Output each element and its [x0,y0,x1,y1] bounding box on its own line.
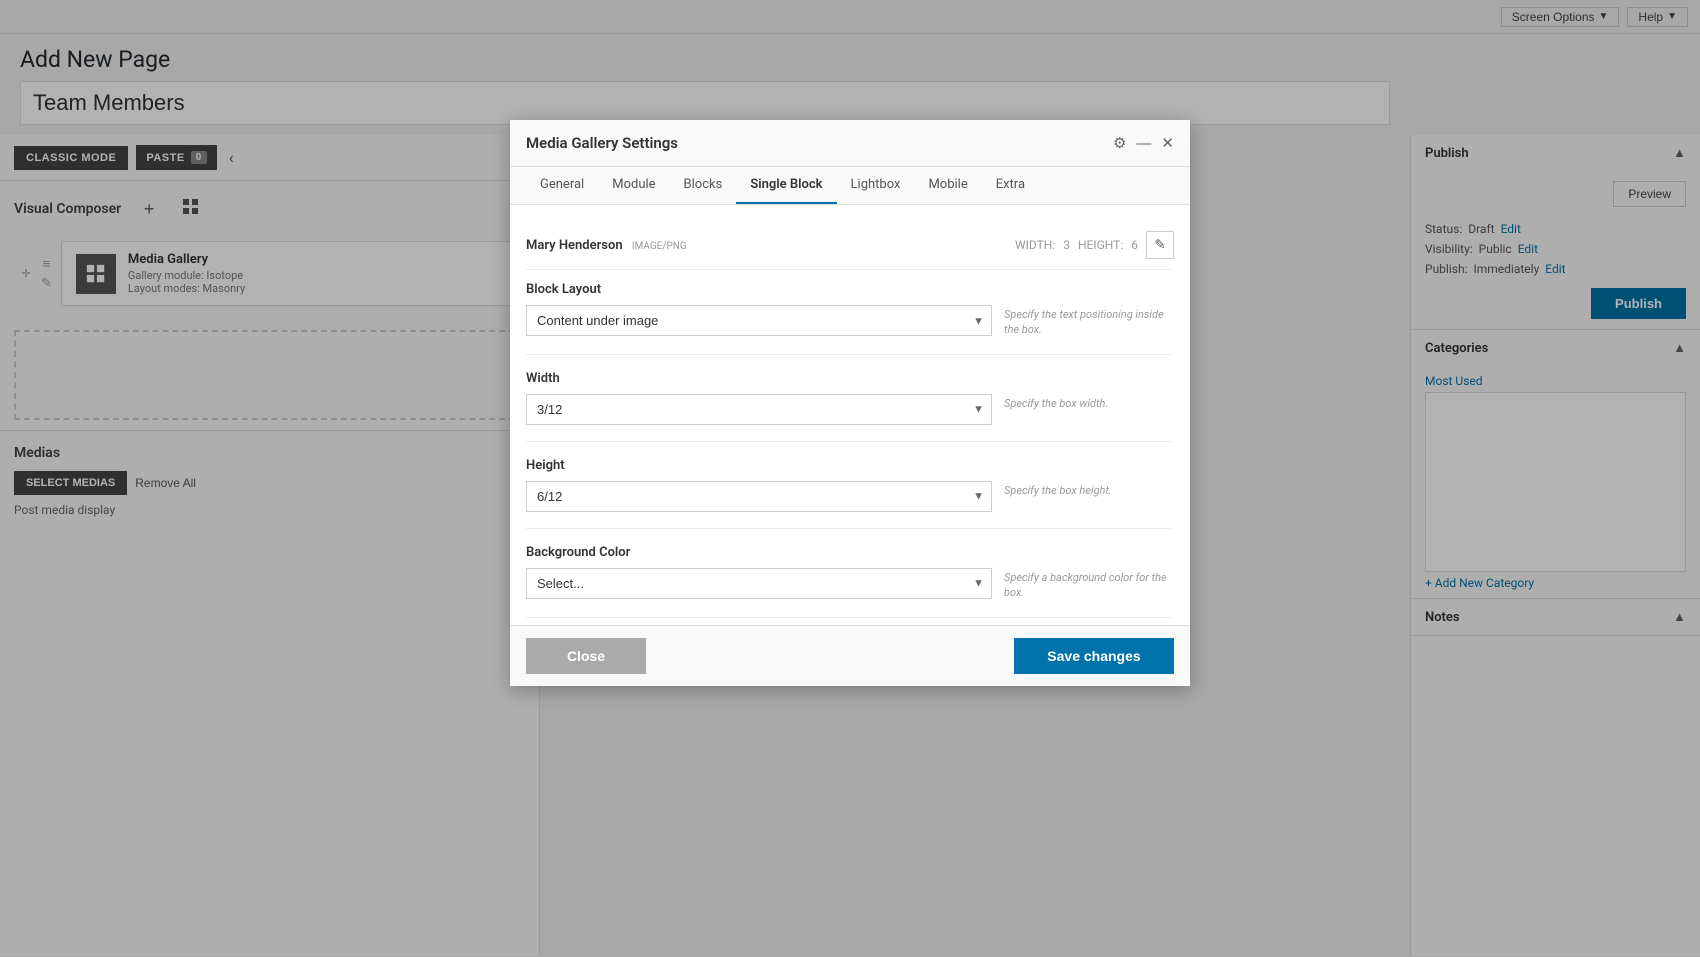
image-header: Mary Henderson IMAGE/PNG WIDTH: 3 HEIGHT… [526,221,1174,270]
image-edit-button[interactable]: ✎ [1146,231,1174,259]
block-layout-select-wrapper: Content under image Content over image C… [526,305,992,336]
tab-lightbox[interactable]: Lightbox [837,167,915,204]
width-section: Width 1/12 2/12 3/12 4/12 5/12 6/12 7/12 [526,371,1174,442]
tab-blocks[interactable]: Blocks [670,167,737,204]
tab-extra[interactable]: Extra [982,167,1039,204]
modal-settings-button[interactable]: ⚙ [1113,134,1126,152]
width-hint: Specify the box width. [1004,394,1174,411]
height-section: Height 1/12 2/12 3/12 4/12 5/12 6/12 7/1… [526,458,1174,529]
modal-tabs: General Module Blocks Single Block Light… [510,167,1190,205]
tab-general[interactable]: General [526,167,598,204]
tab-module[interactable]: Module [598,167,669,204]
tab-single-block[interactable]: Single Block [736,167,836,204]
modal-minimize-button[interactable]: — [1136,135,1151,152]
block-layout-hint: Specify the text positioning inside the … [1004,305,1174,338]
modal-close-button[interactable]: ✕ [1161,134,1174,152]
width-label: WIDTH: [1015,238,1055,252]
tab-mobile[interactable]: Mobile [914,167,981,204]
width-row: 1/12 2/12 3/12 4/12 5/12 6/12 7/12 8/12 … [526,394,1174,425]
height-value: 6 [1131,238,1138,252]
height-row: 1/12 2/12 3/12 4/12 5/12 6/12 7/12 8/12 … [526,481,1174,512]
media-gallery-settings-modal: Media Gallery Settings ⚙ — ✕ General Mod… [510,120,1190,686]
block-layout-select[interactable]: Content under image Content over image C… [526,305,992,336]
image-name: Mary Henderson [526,238,623,253]
gear-icon: ⚙ [1113,135,1126,152]
height-hint: Specify the box height. [1004,481,1174,498]
height-label-form: Height [526,458,1174,473]
minimize-icon: — [1136,135,1151,152]
height-label: HEIGHT: [1078,238,1123,252]
modal-scroll-area[interactable]: Mary Henderson IMAGE/PNG WIDTH: 3 HEIGHT… [510,205,1190,625]
width-select-wrapper: 1/12 2/12 3/12 4/12 5/12 6/12 7/12 8/12 … [526,394,992,425]
save-changes-button[interactable]: Save changes [1014,638,1174,674]
modal-overlay: Media Gallery Settings ⚙ — ✕ General Mod… [0,0,1700,957]
height-select-wrapper: 1/12 2/12 3/12 4/12 5/12 6/12 7/12 8/12 … [526,481,992,512]
bg-color-section: Background Color Select... White Black R… [526,545,1174,618]
block-layout-label: Block Layout [526,282,1174,297]
modal-footer: Close Save changes [510,625,1190,686]
modal-header-actions: ⚙ — ✕ [1113,134,1174,152]
modal-body: Mary Henderson IMAGE/PNG WIDTH: 3 HEIGHT… [510,205,1190,625]
height-select[interactable]: 1/12 2/12 3/12 4/12 5/12 6/12 7/12 8/12 … [526,481,992,512]
bg-color-row: Select... White Black Red Blue Green ▼ S… [526,568,1174,601]
block-layout-section: Block Layout Content under image Content… [526,282,1174,355]
image-dims: WIDTH: 3 HEIGHT: 6 ✎ [1015,231,1174,259]
bg-color-select-wrapper: Select... White Black Red Blue Green ▼ [526,568,992,599]
bg-color-hint: Specify a background color for the box. [1004,568,1174,601]
close-icon: ✕ [1161,135,1174,152]
width-select[interactable]: 1/12 2/12 3/12 4/12 5/12 6/12 7/12 8/12 … [526,394,992,425]
width-label-form: Width [526,371,1174,386]
modal-header: Media Gallery Settings ⚙ — ✕ [510,120,1190,167]
image-name-row: Mary Henderson IMAGE/PNG [526,238,687,253]
bg-color-label: Background Color [526,545,1174,560]
block-layout-row: Content under image Content over image C… [526,305,1174,338]
close-modal-button[interactable]: Close [526,638,646,674]
modal-title: Media Gallery Settings [526,134,678,152]
bg-color-select[interactable]: Select... White Black Red Blue Green [526,568,992,599]
width-value: 3 [1063,238,1070,252]
pencil-icon: ✎ [1154,237,1165,253]
image-type: IMAGE/PNG [632,241,687,252]
